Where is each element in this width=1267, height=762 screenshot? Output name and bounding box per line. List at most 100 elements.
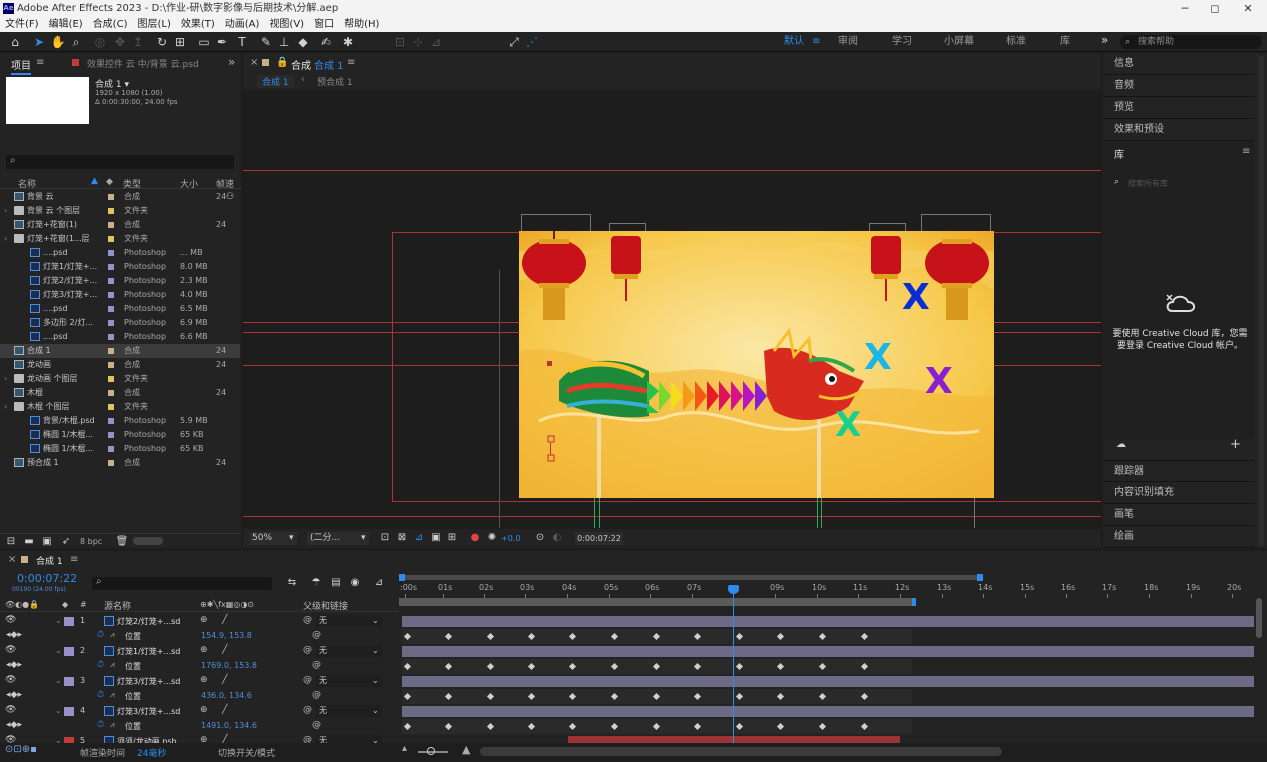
workspace-standard[interactable]: 标准 — [1006, 35, 1026, 49]
label-color-swatch[interactable] — [108, 222, 114, 228]
position-value[interactable]: 1769.0, 153.8 — [201, 661, 257, 670]
menu-edit[interactable]: 编辑(E) — [44, 17, 88, 32]
pen-tool-icon[interactable]: ✒ — [214, 34, 230, 50]
layer-label-swatch[interactable] — [64, 617, 74, 626]
sort-arrow-icon[interactable]: ▲ — [91, 176, 98, 186]
quality-switch-icon[interactable]: ╱ — [222, 615, 227, 625]
close-button[interactable]: ✕ — [1231, 0, 1265, 17]
flowchart-icon[interactable]: ⚇ — [226, 190, 234, 204]
lock-icon[interactable]: 🔒 — [276, 57, 288, 68]
pan-tool-icon[interactable]: ✥ — [112, 34, 128, 50]
project-item[interactable]: › 木棍 个图层 文件夹 — [0, 400, 240, 414]
keyframe-nav-icon[interactable]: ◂◆▸ — [6, 630, 22, 640]
timeline-property-row[interactable]: ◂◆▸ ⏱ ⩘ 位置 154.9, 153.8 @ — [0, 629, 1267, 644]
label-tag-icon[interactable]: ◆ — [106, 177, 113, 187]
project-item[interactable]: ....psd Photoshop ... MB — [0, 246, 240, 260]
maximize-button[interactable]: ◻ — [1198, 0, 1232, 17]
grid-guides-icon[interactable]: ⊞ — [444, 530, 460, 546]
twirl-down-icon[interactable]: ⌄ — [55, 616, 62, 625]
timeline-property-row[interactable]: ◂◆▸ ⏱ ⩘ 位置 1769.0, 153.8 @ — [0, 659, 1267, 674]
layer-label-swatch[interactable] — [64, 707, 74, 716]
timeline-layer-row[interactable]: 👁 ⌄ 2 灯笼1/灯笼+...sd ⊕ ╱ @ 无 ⌄ — [0, 644, 1267, 659]
channel-icon[interactable]: ● — [467, 530, 483, 546]
workspace-learn[interactable]: 学习 — [892, 35, 912, 49]
project-item[interactable]: 灯笼2/灯笼+... Photoshop 2.3 MB — [0, 274, 240, 288]
transparency-grid-icon[interactable]: ⊠ — [394, 530, 410, 546]
menu-layer[interactable]: 图层(L) — [132, 17, 175, 32]
resolution-dropdown[interactable]: (二分... ▾ — [307, 532, 369, 545]
project-item[interactable]: 多边形 2/灯... Photoshop 6.9 MB — [0, 316, 240, 330]
snapshot-icon[interactable]: ⊙ — [532, 530, 548, 546]
project-item[interactable]: › 龙动画 个图层 文件夹 — [0, 372, 240, 386]
col-name[interactable]: 名称 — [18, 177, 36, 190]
av-features-icons[interactable]: 👁◐●🔒 — [5, 600, 39, 609]
shy-switch-icon[interactable]: ⊕ — [200, 705, 208, 715]
shy-switch-icon[interactable]: ⊕ — [200, 675, 208, 685]
project-item[interactable]: 灯笼1/灯笼+... Photoshop 8.0 MB — [0, 260, 240, 274]
render-queue-icon[interactable]: ➶ — [58, 534, 74, 550]
eye-icon[interactable]: 👁 — [5, 675, 16, 685]
rotate-tool-icon[interactable]: ↻ — [154, 34, 170, 50]
label-color-swatch[interactable] — [108, 362, 114, 368]
project-item[interactable]: 椭圆 1/木棍... Photoshop 65 KB — [0, 428, 240, 442]
view-axis-icon[interactable]: ⊿ — [428, 34, 444, 50]
layer-duration-bar[interactable] — [402, 706, 1254, 717]
project-item[interactable]: 背景/木棍.psd Photoshop 5.9 MB — [0, 414, 240, 428]
panel-audio[interactable]: 音频 — [1104, 75, 1254, 97]
label-color-swatch[interactable] — [108, 334, 114, 340]
project-item[interactable]: 预合成 1 合成 24 — [0, 456, 240, 470]
project-item[interactable]: 灯笼3/灯笼+... Photoshop 4.0 MB — [0, 288, 240, 302]
parent-pickwhip-icon[interactable]: @ — [303, 615, 312, 625]
project-item[interactable]: 合成 1 合成 24 — [0, 344, 240, 358]
label-color-swatch[interactable] — [108, 404, 114, 410]
eye-icon[interactable]: 👁 — [5, 705, 16, 715]
bit-depth-button[interactable]: 8 bpc — [80, 537, 102, 546]
timeline-layer-row[interactable]: 👁 ⌄ 4 灯笼3/灯笼+...sd ⊕ ╱ @ 无 ⌄ — [0, 704, 1267, 719]
graph-icon[interactable]: ⩘ — [110, 660, 115, 670]
zoom-in-icon[interactable]: ▲ — [462, 743, 470, 756]
panel-tracker[interactable]: 跟踪器 — [1104, 460, 1254, 482]
new-folder-icon[interactable]: ▬ — [21, 534, 37, 550]
menu-effect[interactable]: 效果(T) — [176, 17, 220, 32]
menu-composition[interactable]: 合成(C) — [88, 17, 133, 32]
label-color-swatch[interactable] — [108, 264, 114, 270]
label-color-swatch[interactable] — [108, 320, 114, 326]
shy-switch-icon[interactable]: ⊕ — [200, 645, 208, 655]
type-tool-icon[interactable]: T — [234, 34, 250, 50]
eye-icon[interactable]: 👁 — [5, 615, 16, 625]
color-management-icon[interactable]: ✺ — [484, 530, 500, 546]
source-name-column[interactable]: 源名称 — [104, 599, 131, 612]
eye-icon[interactable]: 👁 — [5, 645, 16, 655]
graph-icon[interactable]: ⩘ — [110, 690, 115, 700]
label-color-swatch[interactable] — [108, 376, 114, 382]
project-search-input[interactable]: ⌕ — [6, 155, 234, 169]
mask-visibility-icon[interactable]: ⊿ — [411, 530, 427, 546]
label-color-swatch[interactable] — [108, 208, 114, 214]
footer-toggle-icons[interactable]: ⊙⊡⊕▪ — [5, 744, 37, 755]
project-item[interactable]: › 背景 云 个图层 文件夹 — [0, 204, 240, 218]
position-value[interactable]: 436.0, 134.6 — [201, 691, 252, 700]
close-tab-icon[interactable]: × — [250, 57, 258, 68]
panel-info[interactable]: 信息 — [1104, 53, 1254, 75]
timeline-property-row[interactable]: ◂◆▸ ⏱ ⩘ 位置 1491.0, 134.6 @ — [0, 719, 1267, 734]
keyframe-nav-icon[interactable]: ◂◆▸ — [6, 720, 22, 730]
folder-expand-icon[interactable]: › — [4, 204, 7, 218]
brush-tool-icon[interactable]: ✎ — [258, 34, 274, 50]
parent-pickwhip-icon[interactable]: @ — [303, 675, 312, 685]
label-color-swatch[interactable] — [108, 446, 114, 452]
region-of-interest-icon[interactable]: ▣ — [428, 530, 444, 546]
label-color-swatch[interactable] — [108, 348, 114, 354]
expression-pickwhip-icon[interactable]: @ — [312, 720, 321, 730]
breadcrumb-precomp-1[interactable]: 预合成 1 — [317, 75, 353, 88]
menu-animation[interactable]: 动画(A) — [220, 17, 265, 32]
label-color-swatch[interactable] — [108, 236, 114, 242]
stopwatch-icon[interactable]: ⏱ — [97, 630, 104, 640]
quality-switch-icon[interactable]: ╱ — [222, 645, 227, 655]
project-item[interactable]: ....psd Photoshop 6.6 MB — [0, 330, 240, 344]
workspace-menu-icon[interactable]: ≡ — [812, 35, 820, 49]
layer-label-swatch[interactable] — [64, 647, 74, 656]
time-ruler[interactable]: :00s 01s 02s 03s 04s 05s 06s 07s 09s 10s 11s 12s 13s… — [0, 551, 1267, 601]
label-color-swatch[interactable] — [108, 278, 114, 284]
label-color-swatch[interactable] — [108, 418, 114, 424]
world-axis-icon[interactable]: ⊹ — [410, 34, 426, 50]
